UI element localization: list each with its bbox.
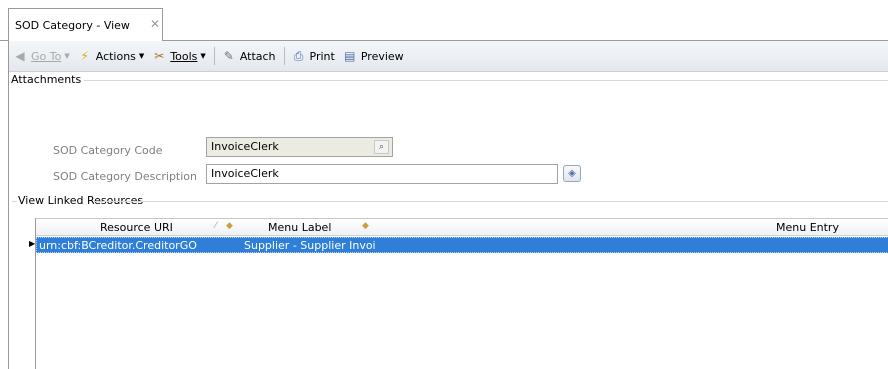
search-icon[interactable]: ⌕: [374, 140, 389, 154]
sod-category-code-field[interactable]: InvoiceClerk ⌕: [206, 137, 393, 157]
chevron-down-icon: ▼: [138, 52, 145, 60]
tools-button[interactable]: ✂ Tools ▼: [152, 49, 206, 63]
filter-icon[interactable]: ◆: [226, 221, 233, 231]
actions-label: Actions: [95, 49, 136, 63]
linked-resources-grid: Resource URI ⁄ ◆ Menu Label ◆ Menu Entry…: [35, 218, 888, 369]
sod-category-code-value: InvoiceClerk: [211, 140, 279, 153]
toolbar-separator: [213, 47, 215, 65]
tab-sod-category-view[interactable]: SOD Category - View ✕: [8, 8, 163, 41]
attachments-label: Attachments: [11, 73, 85, 86]
printer-icon: ⎙: [293, 49, 304, 63]
description-dialog-button[interactable]: ◈: [563, 165, 581, 182]
grid-header: Resource URI ⁄ ◆ Menu Label ◆ Menu Entry: [36, 219, 888, 236]
chevron-down-icon: ▼: [64, 52, 70, 60]
preview-label: Preview: [360, 49, 404, 63]
back-arrow-icon: ◀: [15, 49, 25, 63]
column-header-menu-label[interactable]: Menu Label: [268, 221, 331, 234]
actions-button[interactable]: ⚡ Actions ▼: [78, 49, 145, 63]
panel-left-border: [8, 71, 9, 369]
attach-label: Attach: [239, 49, 276, 63]
column-header-menu-entry[interactable]: Menu Entry: [776, 221, 839, 234]
sod-category-description-label: SOD Category Description: [53, 170, 197, 183]
tab-title: SOD Category - View: [15, 18, 130, 32]
sort-indicator-icon: ⁄: [215, 221, 217, 231]
tools-icon: ✂: [154, 49, 165, 63]
preview-button[interactable]: ▤ Preview: [343, 49, 404, 63]
chevron-down-icon: ▼: [200, 52, 206, 60]
linked-resources-divider: [95, 201, 888, 202]
attach-button[interactable]: ✎ Attach: [222, 49, 276, 63]
filter-icon[interactable]: ◆: [362, 221, 369, 231]
sod-category-description-field[interactable]: InvoiceClerk: [206, 164, 558, 184]
print-label: Print: [309, 49, 335, 63]
cell-resource-uri: urn:cbf:BCreditor.CreditorGO: [39, 239, 197, 252]
print-button[interactable]: ⎙ Print: [292, 49, 335, 63]
preview-icon: ▤: [344, 49, 356, 63]
sod-category-description-value: InvoiceClerk: [211, 167, 279, 180]
cell-menu-label: Supplier - Supplier Invoi: [244, 239, 376, 252]
sod-category-code-label: SOD Category Code: [53, 144, 163, 157]
toolbar-separator: [283, 47, 285, 65]
paperclip-icon: ✎: [223, 49, 234, 63]
close-icon[interactable]: ✕: [150, 17, 160, 31]
tab-strip: SOD Category - View ✕: [0, 0, 888, 41]
goto-button[interactable]: ◀ Go To ▼: [13, 49, 70, 63]
toolbar-bottom-border: [8, 71, 888, 72]
toolbar: ◀ Go To ▼ ⚡ Actions ▼ ✂ Tools ▼ ✎ Attach…: [8, 41, 888, 71]
goto-label: Go To: [31, 49, 62, 63]
tab-baseline-left: [0, 40, 8, 41]
table-row[interactable]: urn:cbf:BCreditor.CreditorGO Supplier - …: [36, 237, 888, 253]
linked-resources-divider-left: [12, 201, 17, 202]
row-indicator-icon: ▶: [29, 239, 36, 248]
column-header-resource-uri[interactable]: Resource URI: [100, 221, 173, 234]
lightning-icon: ⚡: [80, 49, 89, 63]
attachments-divider: [82, 80, 888, 81]
tools-label: Tools: [170, 49, 198, 63]
